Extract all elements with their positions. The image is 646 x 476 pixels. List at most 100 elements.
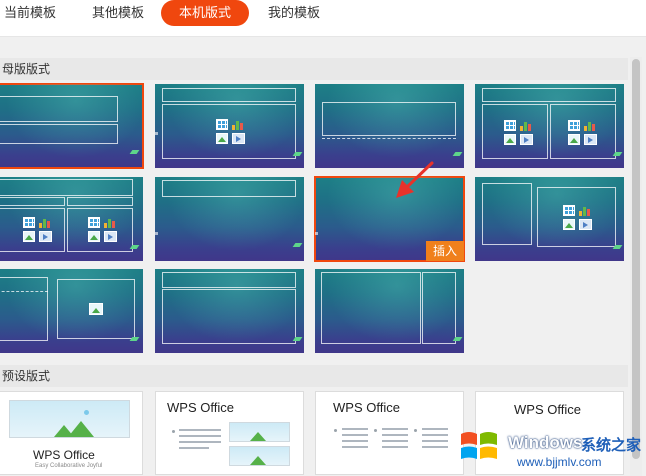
layout-panel: 母版版式 插入 预设版式 WPS Office Easy Collaborati… [0,37,646,476]
master-layout-vertical-content[interactable] [155,269,304,353]
section-title-master: 母版版式 [0,58,628,80]
placeholder-title [162,88,296,102]
chart-icon [520,120,533,131]
decoration-mark [129,337,140,341]
placeholder-content [162,289,296,344]
tab-current-template[interactable]: 当前模板 [0,0,60,26]
vertical-scrollbar[interactable] [630,57,642,476]
chart-icon [232,119,245,130]
decoration-mark [155,132,158,135]
master-layout-content-caption[interactable] [475,177,624,261]
tab-bar: 当前模板 其他模板 本机版式 我的模板 [0,0,646,37]
watermark-brand-cn: 系统之家 [581,437,642,454]
placeholder-caption [0,277,48,341]
placeholder-heading-left [0,197,65,206]
text-lines [342,428,368,452]
media-icon [39,231,52,242]
media-icon [584,134,597,145]
bullet-dot [414,429,417,432]
content-insert-icons [563,205,594,231]
preset-title: WPS Office [167,400,234,415]
placeholder-title [482,88,616,102]
placeholder-divider [0,291,48,292]
master-layout-two-content[interactable] [475,84,624,168]
picture-placeholder [229,446,290,466]
picture-icon [563,219,575,230]
insert-button[interactable]: 插入 [426,241,464,261]
master-layout-comparison[interactable] [0,177,143,261]
content-insert-icons [216,119,247,145]
master-layout-picture-caption[interactable] [0,269,143,353]
table-icon [88,217,100,228]
bullet-dot [334,429,337,432]
decoration-mark [315,232,318,235]
master-layout-section-header[interactable] [315,84,464,168]
tab-my-templates[interactable]: 我的模板 [262,0,326,26]
preset-title: WPS Office [514,402,581,417]
picture-icon [89,303,103,315]
preset-subtitle: Easy Collaborative Joyful [35,463,103,469]
chart-icon [104,217,117,228]
annotation-arrow-icon [396,161,434,198]
table-icon [216,119,228,130]
decoration-mark [612,245,623,249]
text-lines [422,428,448,452]
master-layout-title[interactable] [0,83,144,169]
placeholder-title [0,179,133,196]
watermark: Windows 系统之家 www.bjjmlv.com [455,422,646,476]
placeholder-title [162,272,296,288]
placeholder-title-vertical [422,272,456,344]
decoration-mark [612,152,623,156]
text-lines [382,428,408,452]
preset-title: WPS Office [333,400,400,415]
preset-layout-text-pictures[interactable]: WPS Office [155,391,304,475]
tab-other-templates[interactable]: 其他模板 [86,0,150,26]
picture-placeholder [9,400,130,438]
content-insert-icons [88,217,119,243]
picture-icon [504,134,516,145]
master-layout-title-only[interactable] [155,177,304,261]
preset-layout-three-columns[interactable]: WPS Office [315,391,464,475]
chart-icon [579,205,592,216]
bullet-dot [374,429,377,432]
table-icon [568,120,580,131]
picture-icon [88,231,100,242]
content-insert-icons [568,120,599,146]
master-layout-blank[interactable]: 插入 [314,176,465,262]
watermark-brand: Windows [508,433,583,452]
chart-icon [584,120,597,131]
decoration-mark [452,152,463,156]
chart-icon [39,217,52,228]
content-insert-icons [23,217,54,243]
media-icon [579,219,592,230]
placeholder-caption [482,183,532,245]
preset-layout-title[interactable]: WPS Office Easy Collaborative Joyful [0,391,143,475]
media-icon [104,231,117,242]
table-icon [504,120,516,131]
decoration-mark [129,245,140,249]
mountain-shape [68,421,94,437]
decoration-mark [292,243,303,247]
mountain-shape [250,456,266,465]
text-lines [179,429,221,453]
picture-icon [568,134,580,145]
placeholder-title [322,102,456,136]
media-icon [520,134,533,145]
watermark-url: www.bjjmlv.com [517,455,602,469]
table-icon [563,205,575,216]
scrollbar-thumb[interactable] [632,59,640,459]
placeholder-title [0,96,118,122]
decoration-mark [292,152,303,156]
master-layout-vertical-title[interactable] [315,269,464,353]
media-icon [232,133,245,144]
decoration-mark [292,337,303,341]
sun-shape [84,410,89,415]
master-layout-title-content[interactable] [155,84,304,168]
picture-icon [23,231,35,242]
preset-title: WPS Office [33,448,95,462]
picture-placeholder [229,422,290,442]
placeholder-divider [322,138,456,139]
tab-local-layouts[interactable]: 本机版式 [161,0,249,26]
decoration-mark [129,150,140,154]
placeholder-title [162,180,296,197]
